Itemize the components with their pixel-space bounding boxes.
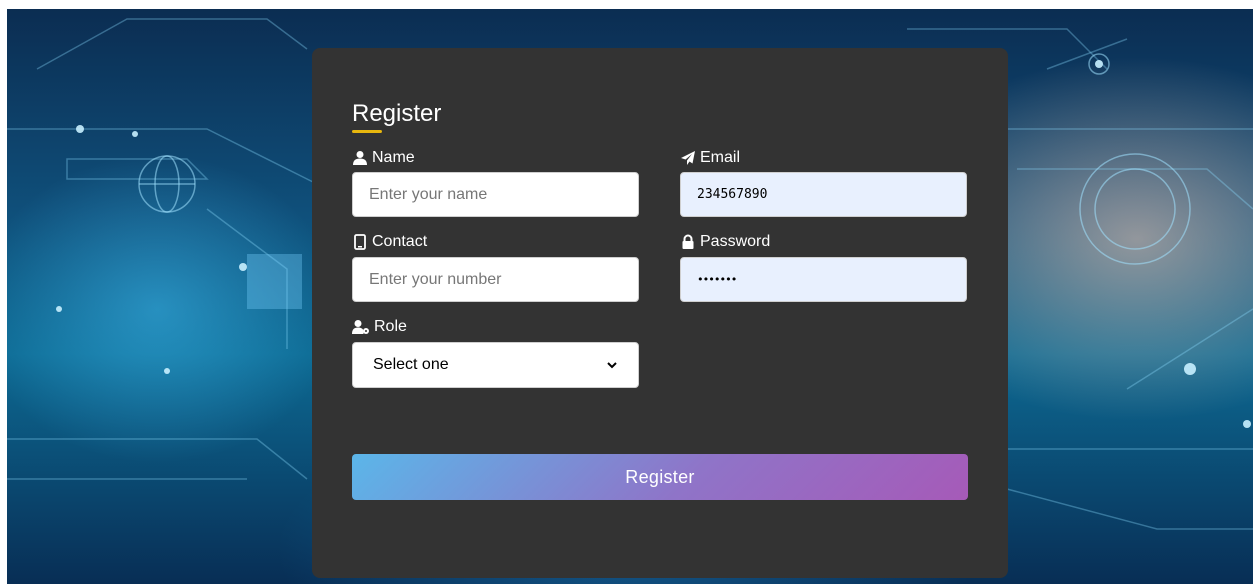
password-input[interactable] [680,257,967,302]
register-button[interactable]: Register [352,454,968,500]
role-label: Role [352,318,407,336]
contact-input[interactable] [352,257,639,302]
email-label: Email [680,149,740,167]
user-gear-icon [352,320,369,334]
form-title: Register [352,100,442,127]
title-underline [352,130,382,133]
email-label-text: Email [700,149,741,166]
name-label-text: Name [372,149,415,166]
role-select[interactable]: Select one [352,342,639,388]
contact-label-text: Contact [372,233,428,250]
role-select-value: Select one [373,356,449,373]
email-input[interactable] [680,172,967,217]
contact-label: Contact [352,233,427,251]
lock-icon [682,234,694,249]
user-icon [353,151,367,165]
paper-plane-icon [681,151,695,165]
name-input[interactable] [352,172,639,217]
register-card: Register Name Email Contact Password [312,48,1008,578]
chevron-down-icon [607,362,617,369]
mobile-phone-icon [354,234,366,250]
name-label: Name [352,149,415,167]
role-label-text: Role [374,318,407,335]
password-label-text: Password [700,233,771,250]
password-label: Password [680,233,770,251]
